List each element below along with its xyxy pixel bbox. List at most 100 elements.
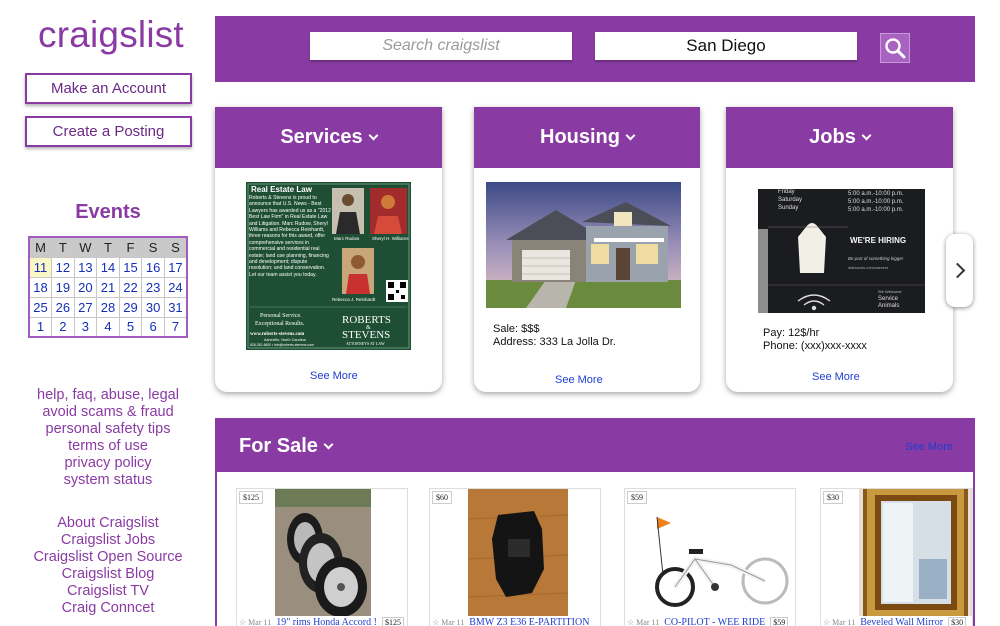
services-card: Services Real Estate Law Roberts & Steve… <box>215 107 442 392</box>
calendar-date[interactable]: 11 <box>28 256 53 278</box>
item-title-link[interactable]: Beveled Wall Mirror <box>860 617 943 626</box>
calendar-date[interactable]: 16 <box>141 256 165 278</box>
calendar-date[interactable]: 6 <box>141 316 165 338</box>
item-price: $59 <box>627 491 647 504</box>
calendar-date[interactable]: 26 <box>51 296 75 318</box>
for-sale-title: For Sale <box>239 434 318 457</box>
calendar-date[interactable]: 22 <box>118 276 143 298</box>
ad-name-2: Sheryl H. Williams <box>372 236 409 241</box>
calendar-date[interactable]: 7 <box>163 316 188 338</box>
sale-item[interactable]: $59 ☆ Mar 11 CO-PILOT - WEE RIDE $59 <box>624 488 796 626</box>
calendar-date[interactable]: 25 <box>28 296 53 318</box>
calendar-date[interactable]: 1 <box>28 316 53 338</box>
chevron-down-icon <box>323 439 334 449</box>
help-link[interactable]: terms of use <box>20 438 196 455</box>
calendar-date[interactable]: 2 <box>51 316 75 338</box>
calendar-date[interactable]: 27 <box>73 296 98 318</box>
next-arrow-button[interactable] <box>946 234 973 307</box>
for-sale-header[interactable]: For Sale <box>217 420 973 472</box>
calendar-date[interactable]: 18 <box>28 276 53 298</box>
calendar-date[interactable]: 19 <box>51 276 75 298</box>
item-price-tag: $59 <box>770 617 789 626</box>
item-title-link[interactable]: BMW Z3 E36 E-PARTITION <box>469 617 589 626</box>
help-link[interactable]: help, faq, abuse, legal <box>20 387 196 404</box>
services-see-more[interactable]: See More <box>310 370 358 382</box>
help-link[interactable]: privacy policy <box>20 455 196 472</box>
star-icon[interactable]: ☆ <box>239 618 246 626</box>
star-icon[interactable]: ☆ <box>627 618 634 626</box>
services-ad-image: Real Estate Law Roberts & Stevens is pro… <box>246 182 411 350</box>
search-button[interactable] <box>880 33 910 63</box>
jobs-sign-hours: 5:00 a.m.-10:00 p.m. <box>848 199 904 205</box>
jobs-animals: Animals <box>878 303 899 309</box>
calendar-date[interactable]: 17 <box>163 256 188 278</box>
calendar-day-header: F <box>118 236 143 258</box>
for-sale-section: For Sale See More $125 ☆ Mar 11 19" rims… <box>215 418 975 626</box>
jobs-sign-day: Saturday <box>778 197 802 203</box>
ad-web: www.roberts-stevens.com <box>250 332 305 337</box>
calendar-date[interactable]: 3 <box>73 316 98 338</box>
item-price-tag: $125 <box>381 617 404 626</box>
about-link[interactable]: About Craigslist <box>20 515 196 532</box>
calendar-date[interactable]: 4 <box>96 316 120 338</box>
jobs-sub: Be part of something bigger <box>848 256 904 261</box>
item-photo-rims <box>275 489 371 616</box>
calendar-date[interactable]: 13 <box>73 256 98 278</box>
about-link[interactable]: Craigslist Jobs <box>20 532 196 549</box>
sale-item[interactable]: $60 ☆ Mar 11 BMW Z3 E36 E-PARTITION <box>429 488 601 626</box>
calendar-date[interactable]: 21 <box>96 276 120 298</box>
star-icon[interactable]: ☆ <box>823 618 830 626</box>
sale-item[interactable]: $30 ☆ Mar 11 Beveled Wall Mirror $30 <box>820 488 973 626</box>
make-account-button[interactable]: Make an Account <box>25 73 192 104</box>
help-link[interactable]: avoid scams & fraud <box>20 404 196 421</box>
calendar-date[interactable]: 12 <box>51 256 75 278</box>
calendar-date[interactable]: 28 <box>96 296 120 318</box>
housing-see-more[interactable]: See More <box>555 374 603 386</box>
ad-heading: Real Estate Law <box>251 185 313 194</box>
services-title: Services <box>280 126 363 148</box>
about-link[interactable]: Craig Conncet <box>20 600 196 617</box>
calendar-date[interactable]: 5 <box>118 316 143 338</box>
search-input[interactable] <box>310 32 572 60</box>
jobs-sign-hours: 5:00 a.m.-10:00 p.m. <box>848 191 904 197</box>
for-sale-see-more[interactable]: See More <box>905 441 953 453</box>
calendar-day-header: T <box>51 236 75 258</box>
calendar-date[interactable]: 24 <box>163 276 188 298</box>
ad-tagline-1: Personal Service. <box>260 313 302 319</box>
about-link[interactable]: Craigslist TV <box>20 583 196 600</box>
about-link[interactable]: Craigslist Blog <box>20 566 196 583</box>
calendar-day-header: W <box>73 236 98 258</box>
calendar-date[interactable]: 23 <box>141 276 165 298</box>
calendar-date[interactable]: 31 <box>163 296 188 318</box>
calendar-date[interactable]: 14 <box>96 256 120 278</box>
jobs-sign-day: Sunday <box>778 205 798 211</box>
item-title-link[interactable]: CO-PILOT - WEE RIDE <box>664 617 765 626</box>
item-title-link[interactable]: 19" rims Honda Accord ! <box>276 617 377 626</box>
create-posting-button[interactable]: Create a Posting <box>25 116 192 147</box>
calendar-date[interactable]: 20 <box>73 276 98 298</box>
item-photo-mirror <box>859 489 972 616</box>
housing-header[interactable]: Housing <box>474 107 700 168</box>
chevron-down-icon <box>625 130 636 141</box>
help-link[interactable]: personal safety tips <box>20 421 196 438</box>
help-link[interactable]: system status <box>20 472 196 489</box>
ad-city: Asheville, North Carolina <box>264 338 307 342</box>
jobs-see-more[interactable]: See More <box>812 371 860 383</box>
calendar-date[interactable]: 15 <box>118 256 143 278</box>
jobs-sign-hours: 5:00 a.m.-10:00 p.m. <box>848 207 904 213</box>
jobs-service: Service <box>878 296 899 302</box>
star-icon[interactable]: ☆ <box>432 618 439 626</box>
services-header[interactable]: Services <box>215 107 442 168</box>
jobs-header[interactable]: Jobs <box>726 107 953 168</box>
calendar-day-header: S <box>163 236 188 258</box>
help-links: help, faq, abuse, legal avoid scams & fr… <box>20 387 196 489</box>
search-header: San Diego <box>215 16 975 82</box>
item-meta: ☆ Mar 11 BMW Z3 E36 E-PARTITION <box>432 617 589 626</box>
craigslist-logo[interactable]: craigslist <box>38 14 184 56</box>
city-selector[interactable]: San Diego <box>595 32 857 60</box>
calendar-date[interactable]: 30 <box>141 296 165 318</box>
about-link[interactable]: Craigslist Open Source <box>20 549 196 566</box>
item-date: Mar 11 <box>636 618 660 626</box>
calendar-date[interactable]: 29 <box>118 296 143 318</box>
sale-item[interactable]: $125 ☆ Mar 11 19" rims Honda Accord ! $1… <box>236 488 408 626</box>
